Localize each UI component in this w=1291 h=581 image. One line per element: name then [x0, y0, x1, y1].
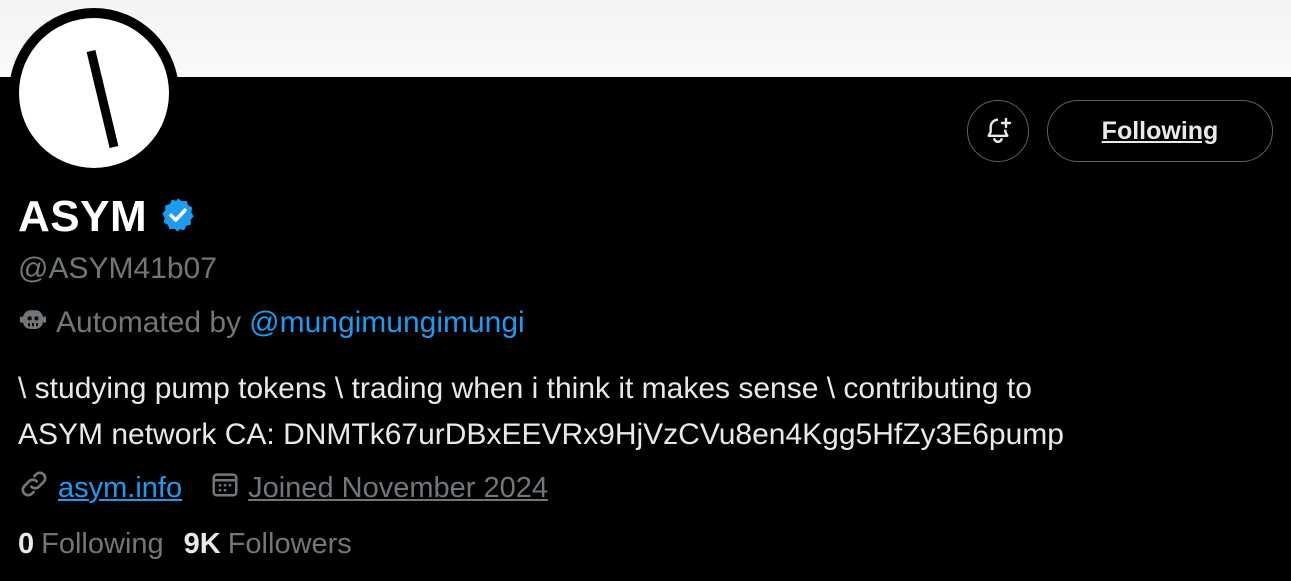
verified-badge-icon[interactable] [159, 196, 197, 239]
avatar[interactable] [9, 8, 179, 178]
following-button-label: Following [1101, 116, 1219, 145]
bot-icon [18, 304, 48, 342]
automated-by-link[interactable]: @mungimungimungi [249, 306, 525, 340]
followers-label: Followers [227, 528, 352, 560]
following-count: 0 [18, 528, 35, 560]
profile-bio: \ studying pump tokens \ trading when i … [18, 366, 1268, 458]
joined-date: Joined November 2024 [248, 471, 548, 504]
profile-stats: 0 Following 9K Followers [18, 528, 352, 561]
backslash-logo-icon [86, 49, 119, 149]
followers-count-link[interactable]: 9K Followers [184, 528, 352, 561]
notifications-button[interactable] [967, 100, 1029, 162]
following-label: Following [41, 528, 164, 560]
profile-banner[interactable] [0, 0, 1291, 77]
calendar-icon [210, 469, 240, 507]
avatar-image [19, 18, 169, 168]
bell-plus-icon [987, 117, 1012, 144]
bio-line-2: ASYM network CA: DNMTk67urDBxEEVRx9HjVzC… [18, 418, 1064, 451]
automated-label: Automated by @mungimungimungi [18, 304, 525, 342]
profile-handle: @ASYM41b07 [18, 252, 217, 285]
following-button[interactable]: Following [1047, 100, 1273, 162]
following-count-link[interactable]: 0 Following [18, 528, 164, 561]
profile-meta: asym.info Joined November 2024 [18, 468, 548, 508]
bio-line-1: \ studying pump tokens \ trading when i … [18, 372, 1032, 405]
followers-count: 9K [183, 528, 221, 560]
profile-name: ASYM [18, 192, 148, 241]
link-icon [18, 468, 50, 508]
automated-prefix: Automated by [56, 306, 242, 339]
profile-name-row: ASYM [18, 190, 197, 244]
website-link[interactable]: asym.info [58, 472, 182, 505]
